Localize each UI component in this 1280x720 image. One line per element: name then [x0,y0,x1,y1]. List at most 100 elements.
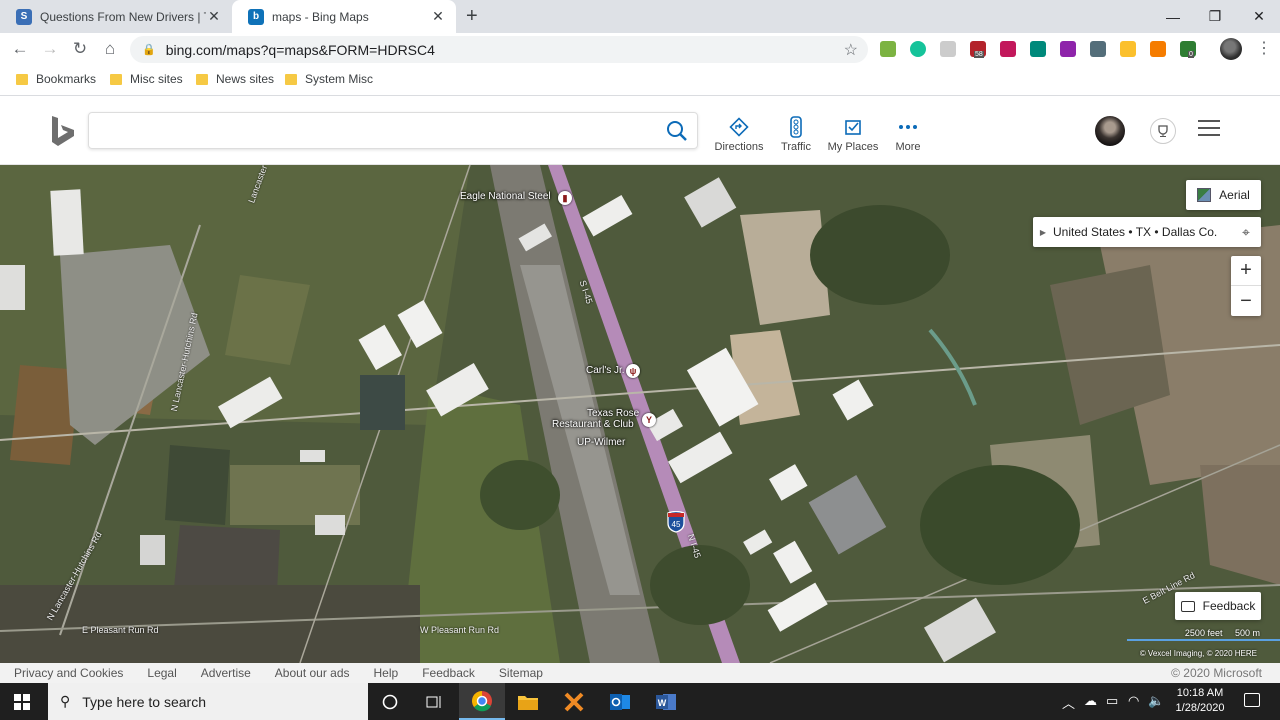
system-clock[interactable]: 10:18 AM 1/28/2020 [1168,686,1232,716]
extension-icon[interactable] [1030,41,1046,57]
chrome-taskbar-icon[interactable] [459,683,505,720]
maximize-button[interactable]: ❐ [1192,0,1238,33]
outlook-icon[interactable] [597,683,643,720]
extension-icon[interactable]: 0 [1180,41,1196,58]
my-places-icon [823,116,883,138]
map-scale: 2500 feet 500 m [1126,628,1280,641]
extension-icon[interactable] [940,41,956,57]
directions-button[interactable]: Directions [709,116,769,153]
footer-copyright: © 2020 Microsoft [1171,666,1262,680]
more-icon [878,116,938,138]
minimize-button[interactable]: — [1150,0,1196,33]
word-icon[interactable]: W [643,683,689,720]
map-label-up-wilmer[interactable]: UP-Wilmer [577,437,625,448]
close-tab-icon[interactable]: ✕ [430,8,446,25]
extension-icon[interactable] [880,41,896,57]
task-view-icon[interactable] [412,683,458,720]
extension-icon[interactable] [1000,41,1016,57]
restaurant-poi-icon[interactable]: ψ [626,364,640,378]
bookmark-star-icon[interactable]: ☆ [844,40,858,60]
address-bar[interactable]: 🔒 bing.com/maps?q=maps&FORM=HDRSC4 ☆ [130,36,868,63]
search-icon: ⚲ [60,693,71,709]
location-breadcrumb[interactable]: ▶ United States • TX • Dallas Co. ⌖ [1033,217,1261,247]
new-tab-button[interactable]: + [466,5,478,28]
wifi-icon[interactable]: ◠ [1128,693,1139,709]
zoom-in-button[interactable]: + [1231,256,1261,286]
aerial-map[interactable]: Eagle National Steel ▮ Carl's Jr. ψ Texa… [0,165,1280,663]
rewards-trophy-icon[interactable] [1150,118,1176,144]
footer-link-privacy[interactable]: Privacy and Cookies [14,666,123,680]
profile-avatar[interactable] [1220,38,1242,60]
locate-me-icon[interactable]: ⌖ [1231,224,1261,241]
onedrive-icon[interactable]: ☁ [1084,693,1097,709]
url-text[interactable]: bing.com/maps?q=maps&FORM=HDRSC4 [166,42,844,58]
map-label-carls-jr[interactable]: Carl's Jr. [586,365,625,376]
notifications-icon[interactable] [1244,693,1260,707]
bookmark-folder[interactable]: News sites [196,72,274,86]
extension-icon[interactable] [1060,41,1076,57]
windows-start-icon[interactable] [14,694,30,710]
truck-site-favicon-icon: S [16,8,32,25]
page-footer: Privacy and Cookies Legal Advertise Abou… [0,663,1280,683]
zoom-out-button[interactable]: − [1231,286,1261,316]
cortana-icon[interactable] [367,683,413,720]
extension-icon[interactable] [1120,41,1136,57]
road-label-w-pleasant-run: W Pleasant Run Rd [420,625,500,635]
bookmark-folder[interactable]: Misc sites [110,72,183,86]
folder-icon [196,73,208,85]
expand-arrow-icon[interactable]: ▶ [1033,228,1053,237]
forward-button[interactable]: → [39,38,61,60]
taskbar-search-box[interactable]: ⚲ Type here to search [48,683,368,720]
map-style-button[interactable]: Aerial [1186,180,1261,210]
feedback-button[interactable]: Feedback [1175,592,1261,620]
bar-poi-icon[interactable]: Y [642,413,656,427]
svg-text:W: W [658,698,667,708]
traffic-button[interactable]: Traffic [766,116,826,153]
windows-taskbar: ⚲ Type here to search W ︿ ☁ ▭ ◠ 🔈 10:18 … [0,683,1280,720]
map-search-input[interactable] [88,112,698,149]
volume-icon[interactable]: 🔈 [1148,693,1164,709]
show-hidden-icons-icon[interactable]: ︿ [1062,693,1075,712]
network-tray-icon[interactable]: ▭ [1106,693,1118,709]
lock-icon: 🔒 [142,44,156,56]
footer-link-feedback[interactable]: Feedback [422,666,475,680]
folder-icon [110,73,122,85]
footer-link-sitemap[interactable]: Sitemap [499,666,543,680]
road-label-e-pleasant-run: E Pleasant Run Rd [82,625,159,635]
footer-link-about-ads[interactable]: About our ads [275,666,350,680]
tab-bing-maps[interactable]: b maps - Bing Maps ✕ [232,0,456,33]
back-button[interactable]: ← [9,38,31,60]
zoom-control: + − [1231,256,1261,316]
industry-poi-icon[interactable]: ▮ [558,191,572,205]
tab-strip: S Questions From New Drivers | Tru ✕ b m… [0,0,1280,33]
tab-questions[interactable]: S Questions From New Drivers | Tru ✕ [0,0,232,33]
bookmark-folder[interactable]: System Misc [285,72,373,86]
map-label-eagle-steel[interactable]: Eagle National Steel [460,191,551,202]
extension-icon[interactable] [1150,41,1166,57]
file-explorer-icon[interactable] [505,683,551,720]
app-orange-icon[interactable] [551,683,597,720]
home-button[interactable]: ⌂ [99,38,121,60]
extension-icon[interactable]: 58 [970,41,986,58]
grammarly-icon[interactable] [910,41,926,57]
browser-toolbar: ← → ↻ ⌂ 🔒 bing.com/maps?q=maps&FORM=HDRS… [0,33,1280,65]
browser-menu-icon[interactable]: ⋮ [1256,38,1272,58]
folder-icon [285,73,297,85]
extension-icon[interactable] [1090,41,1106,57]
footer-link-legal[interactable]: Legal [147,666,176,680]
footer-link-help[interactable]: Help [374,666,399,680]
footer-link-advertise[interactable]: Advertise [201,666,251,680]
map-label-texas-rose-2[interactable]: Restaurant & Club [552,419,634,430]
directions-icon [709,116,769,138]
close-window-button[interactable]: ✕ [1236,0,1280,33]
reload-button[interactable]: ↻ [69,38,91,60]
close-tab-icon[interactable]: ✕ [206,8,222,25]
my-places-button[interactable]: My Places [823,116,883,153]
more-button[interactable]: More [878,116,938,153]
bing-logo[interactable] [50,114,76,151]
search-icon[interactable] [665,119,689,146]
bookmark-folder[interactable]: Bookmarks [16,72,96,86]
hamburger-menu-icon[interactable] [1198,120,1220,141]
map-label-texas-rose[interactable]: Texas Rose [587,408,639,419]
user-avatar[interactable] [1095,116,1125,146]
